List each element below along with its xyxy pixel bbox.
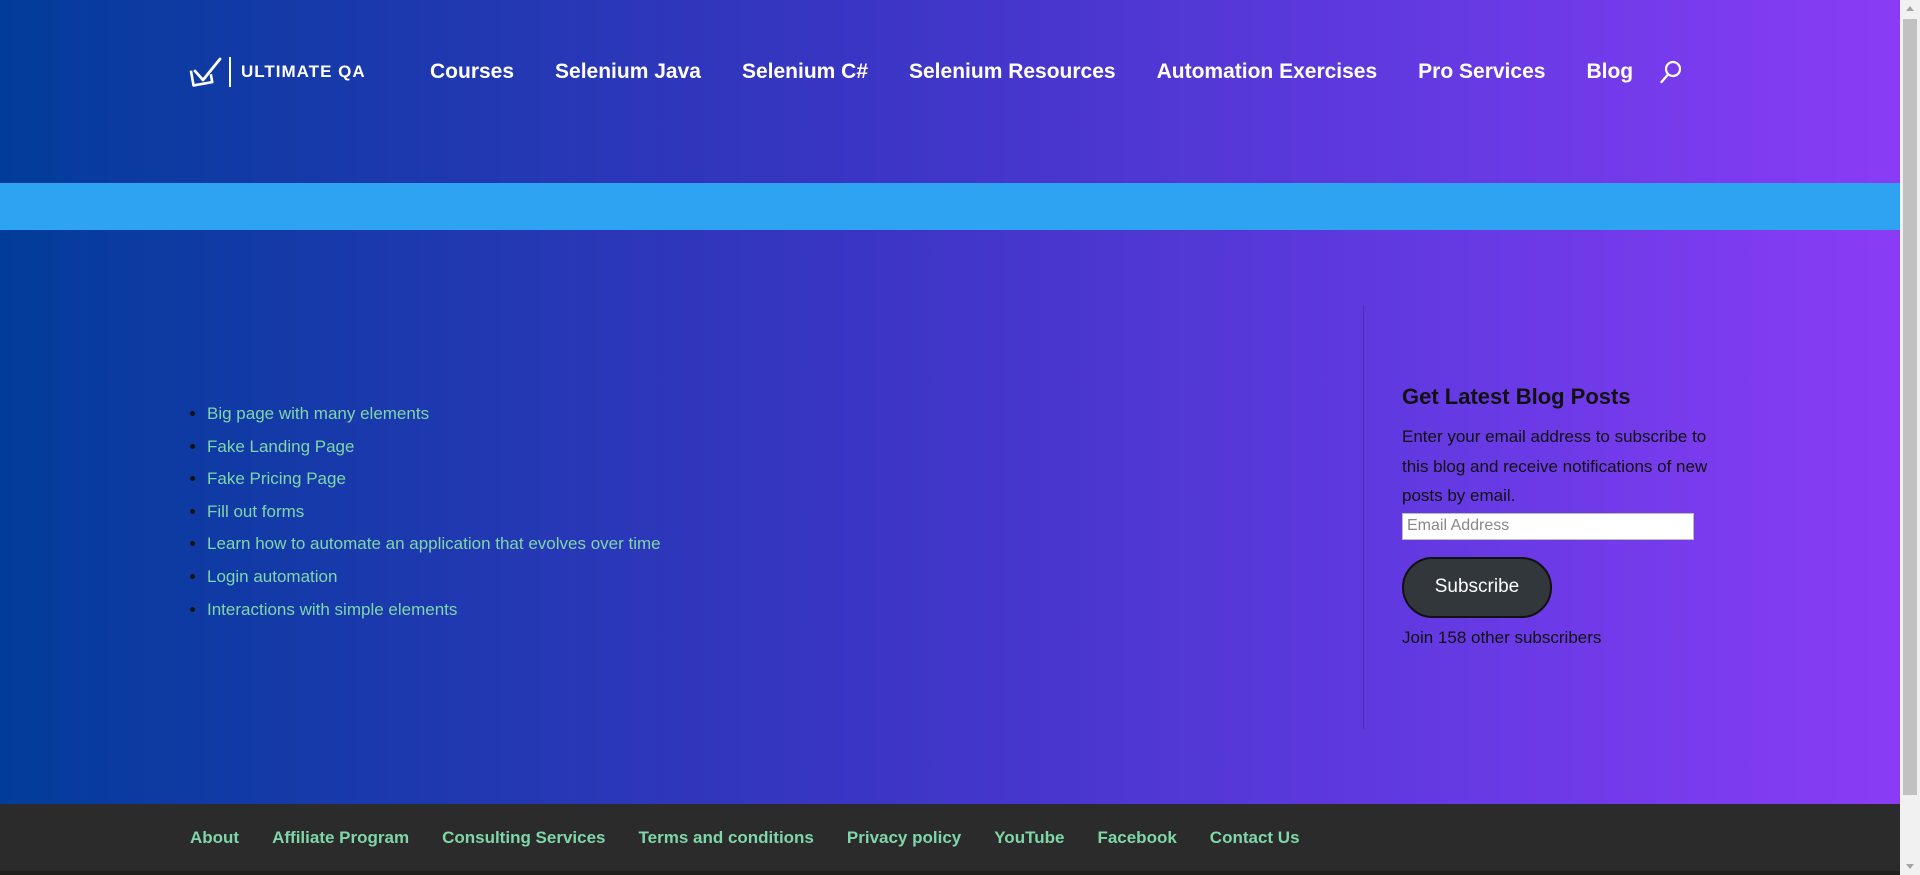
link-simple-elements[interactable]: Interactions with simple elements — [207, 600, 457, 619]
subscribe-widget: Get Latest Blog Posts Enter your email a… — [1402, 380, 1712, 648]
nav-item-selenium-csharp[interactable]: Selenium C# — [742, 58, 868, 86]
site-header: ULTIMATE QA Courses Selenium Java Seleni… — [0, 0, 1900, 183]
footer-link-contact-us[interactable]: Contact Us — [1210, 828, 1300, 848]
nav-item-selenium-java[interactable]: Selenium Java — [555, 58, 701, 86]
search-icon[interactable] — [1659, 59, 1683, 85]
link-fake-pricing-page[interactable]: Fake Pricing Page — [207, 469, 346, 488]
widget-title: Get Latest Blog Posts — [1402, 384, 1631, 409]
footer-link-about[interactable]: About — [190, 828, 239, 848]
exercise-links-list: Big page with many elements Fake Landing… — [190, 398, 661, 626]
nav-item-pro-services[interactable]: Pro Services — [1418, 58, 1545, 86]
list-item: Fill out forms — [207, 496, 661, 529]
nav-item-automation-exercises[interactable]: Automation Exercises — [1157, 58, 1378, 86]
link-fill-out-forms[interactable]: Fill out forms — [207, 502, 304, 521]
vertical-scrollbar[interactable] — [1900, 0, 1920, 875]
footer-link-facebook[interactable]: Facebook — [1097, 828, 1176, 848]
footer-link-terms[interactable]: Terms and conditions — [639, 828, 814, 848]
subscriber-count: Join 158 other subscribers — [1402, 627, 1602, 647]
link-login-automation[interactable]: Login automation — [207, 567, 337, 586]
list-item: Interactions with simple elements — [207, 594, 661, 627]
email-field[interactable] — [1402, 512, 1694, 540]
logo-text: ULTIMATE QA — [241, 62, 366, 81]
title-band — [0, 183, 1900, 230]
scrollbar-thumb[interactable] — [1903, 19, 1917, 795]
nav-item-courses[interactable]: Courses — [430, 58, 514, 86]
subscribe-button[interactable]: Subscribe — [1402, 556, 1552, 618]
list-item: Learn how to automate an application tha… — [207, 528, 661, 561]
footer-bottom-strip — [0, 871, 1900, 875]
site-footer: About Affiliate Program Consulting Servi… — [0, 804, 1900, 875]
main-nav: Courses Selenium Java Selenium C# Seleni… — [430, 58, 1683, 86]
checkmark-logo-icon — [189, 57, 222, 87]
footer-link-affiliate-program[interactable]: Affiliate Program — [272, 828, 409, 848]
site-logo[interactable]: ULTIMATE QA — [189, 56, 366, 88]
nav-item-selenium-resources[interactable]: Selenium Resources — [909, 58, 1116, 86]
scroll-down-arrow-icon[interactable] — [1900, 858, 1920, 875]
list-item: Fake Landing Page — [207, 431, 661, 464]
link-fake-landing-page[interactable]: Fake Landing Page — [207, 437, 354, 456]
footer-link-privacy-policy[interactable]: Privacy policy — [847, 828, 961, 848]
logo-divider — [229, 57, 231, 87]
sidebar-divider — [1363, 305, 1364, 729]
list-item: Login automation — [207, 561, 661, 594]
nav-item-blog[interactable]: Blog — [1586, 58, 1633, 86]
footer-link-youtube[interactable]: YouTube — [994, 828, 1064, 848]
footer-nav: About Affiliate Program Consulting Servi… — [190, 828, 1333, 848]
link-big-page[interactable]: Big page with many elements — [207, 404, 429, 423]
footer-link-consulting-services[interactable]: Consulting Services — [442, 828, 605, 848]
link-evolving-application[interactable]: Learn how to automate an application tha… — [207, 534, 661, 553]
page-background: ULTIMATE QA Courses Selenium Java Seleni… — [0, 0, 1900, 875]
scroll-up-arrow-icon[interactable] — [1900, 0, 1920, 17]
list-item: Big page with many elements — [207, 398, 661, 431]
widget-description: Enter your email address to subscribe to… — [1402, 427, 1708, 505]
list-item: Fake Pricing Page — [207, 463, 661, 496]
